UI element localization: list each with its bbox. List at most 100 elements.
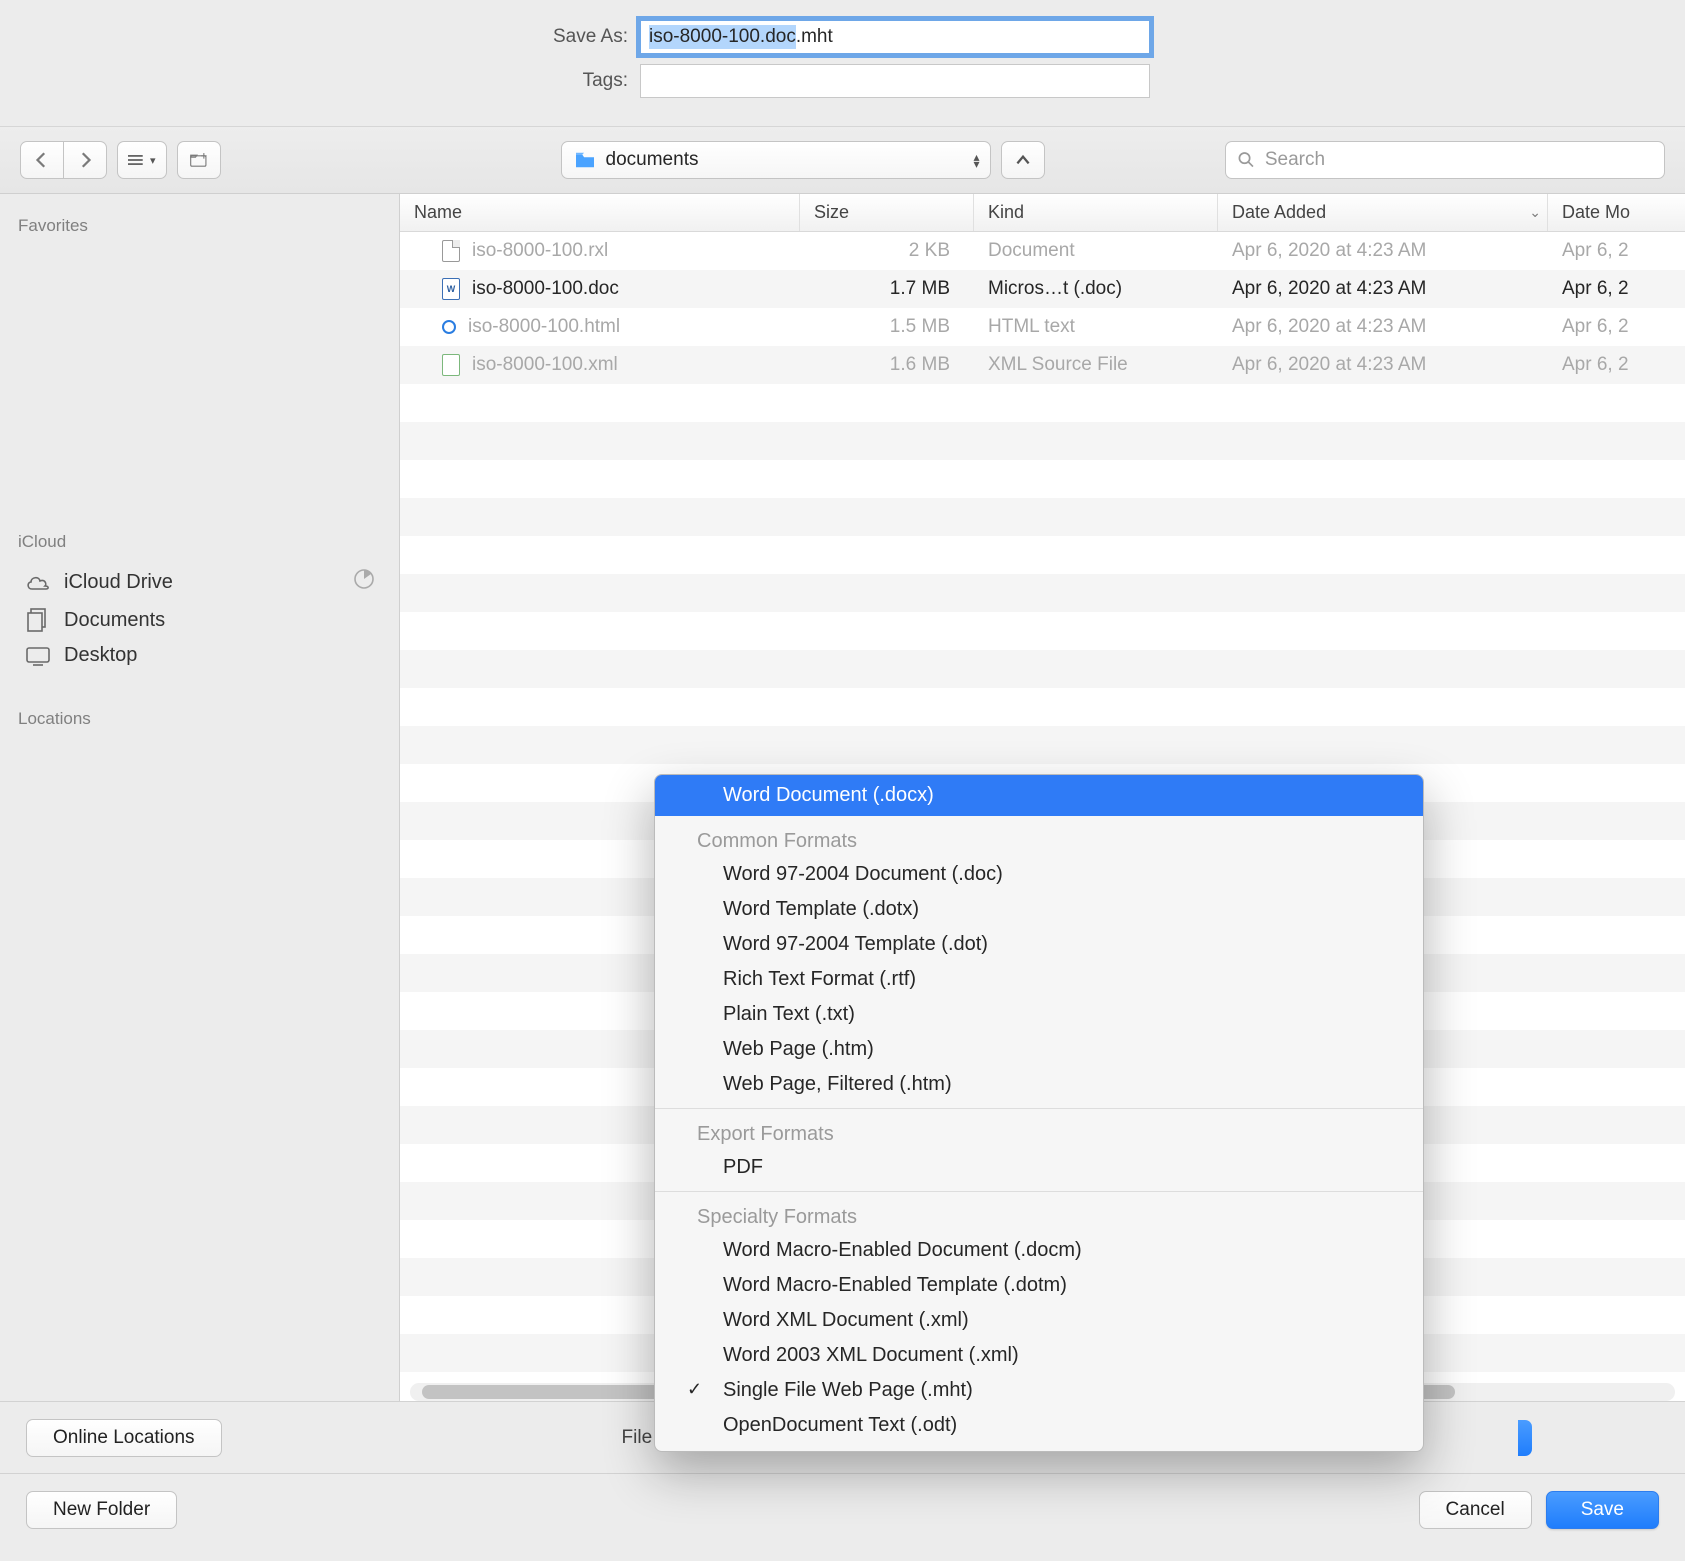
options-button[interactable] [177, 141, 221, 179]
file-date-modified: Apr 6, 2 [1548, 278, 1685, 300]
back-button[interactable] [20, 141, 64, 179]
column-header-kind[interactable]: Kind [974, 194, 1218, 231]
sidebar-item-icloud-drive[interactable]: iCloud Drive [0, 562, 399, 602]
file-name: iso-8000-100.xml [472, 354, 618, 376]
cloud-icon [24, 573, 52, 591]
menu-item[interactable]: Word Macro-Enabled Template (.dotm) [655, 1268, 1423, 1303]
updown-chevron-icon: ▴▾ [974, 154, 980, 167]
desktop-icon [24, 646, 52, 666]
file-date-added: Apr 6, 2020 at 4:23 AM [1218, 316, 1548, 338]
sidebar-item-label: iCloud Drive [64, 571, 173, 594]
cancel-button[interactable]: Cancel [1419, 1491, 1532, 1529]
location-text: documents [606, 149, 699, 171]
menu-item[interactable]: Word 2003 XML Document (.xml) [655, 1338, 1423, 1373]
sort-indicator-icon: ⌄ [1529, 204, 1541, 221]
sidebar-item-label: Desktop [64, 644, 137, 667]
empty-row [400, 422, 1685, 460]
menu-item[interactable]: Word 97-2004 Template (.dot) [655, 927, 1423, 962]
filename-suffix-text: .mht [796, 26, 833, 48]
checkmark-icon: ✓ [687, 1379, 702, 1400]
tags-input[interactable] [640, 64, 1150, 98]
file-size: 1.6 MB [800, 354, 974, 376]
menu-item[interactable]: Word 97-2004 Document (.doc) [655, 857, 1423, 892]
chevron-down-icon: ▾ [150, 154, 156, 167]
column-header-date-added[interactable]: Date Added ⌄ [1218, 194, 1548, 231]
location-popup[interactable]: documents ▴▾ [561, 141, 991, 179]
menu-item[interactable]: Plain Text (.txt) [655, 997, 1423, 1032]
table-row[interactable]: Wiso-8000-100.doc1.7 MBMicros…t (.doc)Ap… [400, 270, 1685, 308]
menu-item[interactable]: Web Page, Filtered (.htm) [655, 1067, 1423, 1102]
file-size: 1.5 MB [800, 316, 974, 338]
sidebar-heading-favorites: Favorites [0, 210, 399, 246]
menu-divider [655, 1191, 1423, 1192]
list-icon [128, 151, 146, 169]
file-date-modified: Apr 6, 2 [1548, 316, 1685, 338]
menu-item[interactable]: ✓Single File Web Page (.mht) [655, 1373, 1423, 1408]
file-date-added: Apr 6, 2020 at 4:23 AM [1218, 240, 1548, 262]
menu-item[interactable]: OpenDocument Text (.odt) [655, 1408, 1423, 1443]
menu-section-header: Specialty Formats [655, 1200, 1423, 1233]
menu-section-header: Export Formats [655, 1117, 1423, 1150]
folder-icon [574, 151, 596, 169]
view-options-button[interactable]: ▾ [117, 141, 167, 179]
empty-row [400, 574, 1685, 612]
column-header-size[interactable]: Size [800, 194, 974, 231]
collapse-button[interactable] [1001, 141, 1045, 179]
file-name: iso-8000-100.doc [472, 278, 619, 300]
file-kind: XML Source File [974, 354, 1218, 376]
menu-item[interactable]: Word XML Document (.xml) [655, 1303, 1423, 1338]
file-size: 1.7 MB [800, 278, 974, 300]
search-box[interactable] [1225, 141, 1665, 179]
forward-button[interactable] [64, 141, 107, 179]
menu-item[interactable]: Word Macro-Enabled Document (.docm) [655, 1233, 1423, 1268]
file-format-menu[interactable]: Word Document (.docx) Common Formats Wor… [654, 774, 1424, 1452]
table-row[interactable]: iso-8000-100.xml1.6 MBXML Source FileApr… [400, 346, 1685, 384]
save-as-input[interactable]: iso-8000-100.doc.mht [640, 20, 1150, 54]
menu-item[interactable]: Rich Text Format (.rtf) [655, 962, 1423, 997]
sidebar: Favorites iCloud iCloud Drive Documents … [0, 194, 400, 1401]
file-size: 2 KB [800, 240, 974, 262]
save-as-label: Save As: [0, 26, 640, 48]
empty-row [400, 384, 1685, 422]
sidebar-item-label: Documents [64, 609, 165, 632]
empty-row [400, 460, 1685, 498]
search-icon [1238, 151, 1255, 169]
menu-item[interactable]: Web Page (.htm) [655, 1032, 1423, 1067]
file-date-added: Apr 6, 2020 at 4:23 AM [1218, 278, 1548, 300]
column-header-name[interactable]: Name [400, 194, 800, 231]
sidebar-item-documents[interactable]: Documents [0, 602, 399, 638]
online-locations-button[interactable]: Online Locations [26, 1419, 222, 1457]
file-format-dropdown-edge[interactable] [1518, 1420, 1532, 1456]
file-date-added: Apr 6, 2020 at 4:23 AM [1218, 354, 1548, 376]
menu-divider [655, 1108, 1423, 1109]
empty-row [400, 498, 1685, 536]
sidebar-heading-icloud: iCloud [0, 526, 399, 562]
menu-item[interactable]: PDF [655, 1150, 1423, 1185]
filename-selected-text: iso-8000-100.doc [649, 25, 796, 49]
file-kind: Document [974, 240, 1218, 262]
file-name: iso-8000-100.html [468, 316, 620, 338]
chevron-right-icon [76, 151, 94, 169]
menu-section-header: Common Formats [655, 824, 1423, 857]
sidebar-item-desktop[interactable]: Desktop [0, 638, 399, 673]
empty-row [400, 688, 1685, 726]
search-input[interactable] [1265, 149, 1652, 171]
empty-row [400, 612, 1685, 650]
save-button[interactable]: Save [1546, 1491, 1659, 1529]
file-name: iso-8000-100.rxl [472, 240, 608, 262]
new-folder-button[interactable]: New Folder [26, 1491, 177, 1529]
table-row[interactable]: iso-8000-100.html1.5 MBHTML textApr 6, 2… [400, 308, 1685, 346]
menu-item[interactable]: Word Template (.dotx) [655, 892, 1423, 927]
menu-item[interactable]: Word Document (.docx) [655, 775, 1423, 816]
column-headers: Name Size Kind Date Added ⌄ Date Mo [400, 194, 1685, 232]
column-header-date-modified[interactable]: Date Mo [1548, 194, 1685, 231]
file-kind: HTML text [974, 316, 1218, 338]
sidebar-heading-locations: Locations [0, 703, 399, 739]
toolbar: ▾ documents ▴▾ [0, 126, 1685, 194]
file-date-modified: Apr 6, 2 [1548, 354, 1685, 376]
empty-row [400, 650, 1685, 688]
table-row[interactable]: iso-8000-100.rxl 2 KBDocumentApr 6, 2020 … [400, 232, 1685, 270]
documents-icon [24, 608, 52, 632]
horizontal-scrollbar-thumb[interactable] [422, 1385, 662, 1399]
empty-row [400, 536, 1685, 574]
